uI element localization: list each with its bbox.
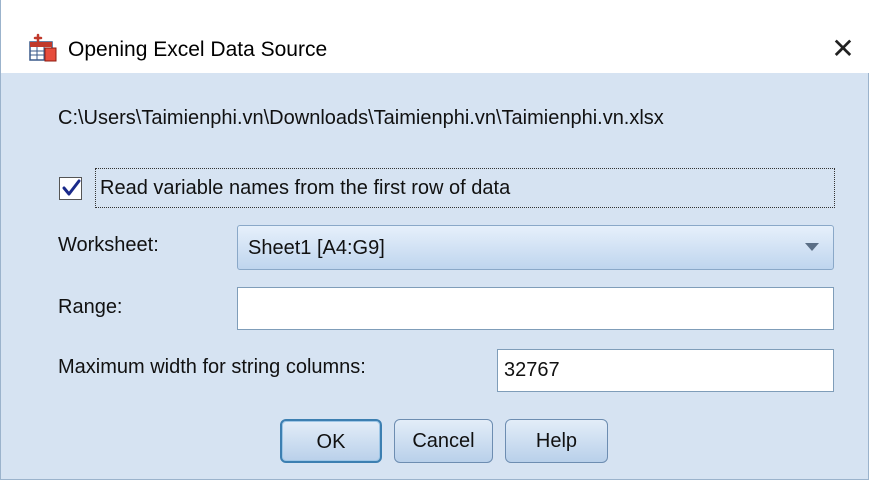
title-bar[interactable]: Opening Excel Data Source ✕	[1, 9, 870, 73]
worksheet-selected-value: Sheet1 [A4:G9]	[248, 237, 385, 259]
max-width-input[interactable]: 32767	[497, 349, 834, 392]
dialog-title: Opening Excel Data Source	[68, 38, 328, 61]
worksheet-label: Worksheet:	[58, 234, 159, 256]
help-button[interactable]: Help	[505, 419, 608, 463]
read-variable-names-checkbox[interactable]	[59, 177, 82, 200]
worksheet-select[interactable]: Sheet1 [A4:G9]	[237, 225, 834, 270]
file-path: C:\Users\Taimienphi.vn\Downloads\Taimien…	[58, 107, 664, 129]
max-width-label: Maximum width for string columns:	[58, 356, 366, 378]
checkmark-icon	[62, 179, 81, 196]
ok-button[interactable]: OK	[280, 419, 382, 463]
range-label: Range:	[58, 296, 123, 318]
window-top-edge	[1, 0, 870, 9]
spss-data-icon	[28, 33, 58, 63]
cancel-button[interactable]: Cancel	[394, 419, 493, 463]
chevron-down-icon[interactable]	[805, 243, 819, 251]
range-input[interactable]	[237, 287, 834, 330]
close-button[interactable]: ✕	[821, 27, 865, 71]
excel-data-source-dialog: Opening Excel Data Source ✕ C:\Users\Tai…	[0, 0, 870, 480]
read-variable-names-label[interactable]: Read variable names from the first row o…	[100, 177, 510, 200]
